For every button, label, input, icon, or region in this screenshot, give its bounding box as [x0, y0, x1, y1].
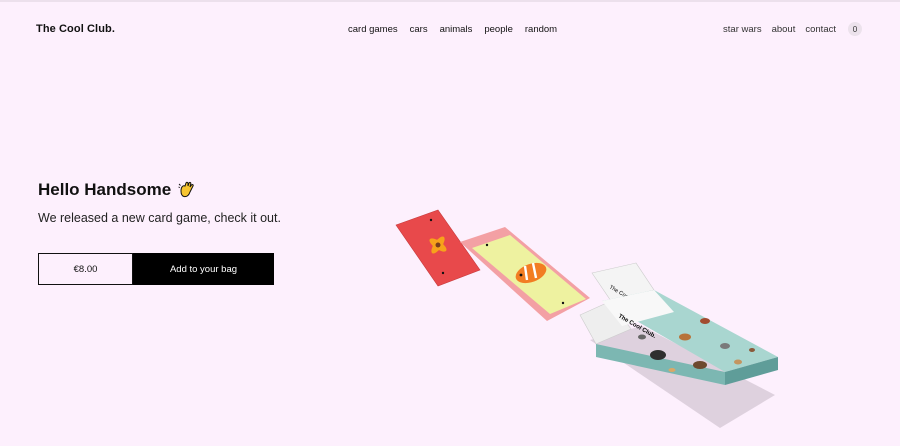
- site-logo[interactable]: The Cool Club.: [36, 23, 115, 35]
- nav-link-star-wars[interactable]: star wars: [723, 24, 762, 35]
- waving-hand-icon: [177, 180, 197, 200]
- nav-link-animals[interactable]: animals: [440, 24, 473, 35]
- product-illustration: The Cool Club. The Cool Club.: [395, 209, 778, 428]
- nav-link-people[interactable]: people: [484, 24, 513, 35]
- main-nav: card games cars animals people random: [348, 24, 557, 35]
- nav-link-card-games[interactable]: card games: [348, 24, 398, 35]
- nav-link-random[interactable]: random: [525, 24, 557, 35]
- add-to-bag-button[interactable]: Add to your bag: [133, 253, 274, 285]
- secondary-nav: star wars about contact 0: [723, 22, 862, 36]
- nav-link-contact[interactable]: contact: [805, 24, 836, 35]
- cart-count-badge[interactable]: 0: [848, 22, 862, 36]
- top-border: [0, 0, 900, 2]
- hero-subtitle: We released a new card game, check it ou…: [38, 211, 281, 225]
- price-display: €8.00: [38, 253, 133, 285]
- hero-title-text: Hello Handsome: [38, 180, 172, 199]
- hero-title: Hello Handsome: [38, 180, 197, 200]
- nav-link-cars[interactable]: cars: [410, 24, 428, 35]
- nav-link-about[interactable]: about: [772, 24, 796, 35]
- yellow-card: [460, 227, 590, 321]
